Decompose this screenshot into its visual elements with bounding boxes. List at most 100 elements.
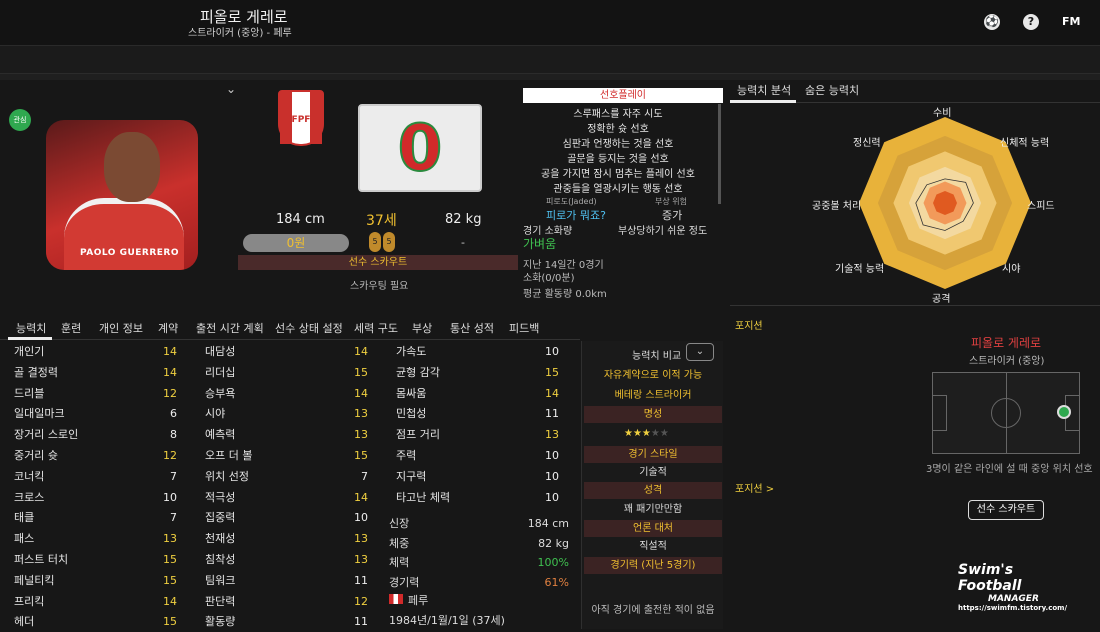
attribute-row[interactable]: 헤더 15 — [14, 612, 177, 632]
form-value: 아직 경기에 출전한 적이 없음 — [591, 605, 715, 616]
attribute-row[interactable]: 코너킥 7 — [14, 467, 177, 488]
nationality[interactable]: 페루 — [408, 592, 428, 608]
tab-playing-time[interactable]: 출전 시간 계획 — [196, 320, 264, 336]
physical-label: 체중 — [389, 536, 410, 550]
tab-feedback[interactable]: 피드백 — [509, 320, 539, 336]
attribute-name: 몸싸움 — [396, 386, 427, 400]
attribute-row[interactable]: 타고난 체력 10 — [396, 488, 559, 509]
ball-icon[interactable]: ⚽ — [984, 14, 1000, 30]
help-icon[interactable]: ? — [1023, 14, 1039, 30]
tab-personal[interactable]: 개인 정보 — [99, 320, 143, 336]
attribute-row[interactable]: 주력 10 — [396, 446, 559, 467]
attribute-row[interactable]: 점프 거리 13 — [396, 425, 559, 446]
attribute-row[interactable]: 팀워크 11 — [205, 571, 368, 592]
attribute-row[interactable]: 가속도 10 — [396, 342, 559, 363]
injury-risk-value: 증가 — [662, 209, 683, 222]
attribute-name: 코너킥 — [14, 469, 45, 483]
tab-dynamics[interactable]: 세력 구도 — [354, 320, 398, 336]
preferred-scrollbar[interactable] — [718, 104, 721, 204]
position-role: 스트라이커 (중앙) — [969, 356, 1045, 367]
attribute-name: 프리킥 — [14, 594, 45, 608]
attribute-row[interactable]: 몸싸움 14 — [396, 384, 559, 405]
age-value: 37세 — [366, 213, 397, 229]
sub-toolbar — [0, 46, 1100, 74]
physical-row: 경기력 61% — [389, 573, 569, 593]
attribute-row[interactable]: 활동량 11 — [205, 612, 368, 632]
attribute-row[interactable]: 드리블 12 — [14, 384, 177, 405]
attribute-row[interactable]: 골 결정력 14 — [14, 363, 177, 384]
physical-label: 신장 — [389, 517, 410, 530]
wage-pill: 0원 — [243, 234, 349, 252]
attribute-row[interactable]: 페널티킥 15 — [14, 571, 177, 592]
compare-dropdown-icon[interactable]: ⌄ — [686, 343, 714, 361]
attribute-row[interactable]: 패스 13 — [14, 529, 177, 550]
scout-bar[interactable]: 선수 스카우트 — [238, 255, 518, 270]
attribute-value: 12 — [163, 448, 177, 462]
jersey-number-text: 0 — [397, 111, 444, 187]
attribute-name: 지구력 — [396, 469, 427, 483]
physical-value: 61% — [544, 575, 569, 589]
attribute-row[interactable]: 위치 선정 7 — [205, 467, 368, 488]
position-link[interactable]: 포지션 > — [735, 480, 774, 495]
attribute-row[interactable]: 장거리 스로인 8 — [14, 425, 177, 446]
tab-attribute-analysis[interactable]: 능력치 분석 — [737, 82, 791, 98]
attribute-name: 천재성 — [205, 532, 236, 546]
attribute-row[interactable]: 프리킥 14 — [14, 592, 177, 613]
physical-row: 체중 82 kg — [389, 534, 569, 554]
position-title: 포지션 — [735, 321, 763, 332]
jaded-value: 피로가 뭐죠? — [546, 209, 606, 222]
attribute-name: 점프 거리 — [396, 428, 440, 442]
player-photo: PAOLO GUERRERO — [46, 120, 198, 270]
tab-injuries[interactable]: 부상 — [412, 320, 432, 336]
interest-badge[interactable]: 관심 — [9, 109, 31, 131]
attribute-row[interactable]: 적극성 14 — [205, 488, 368, 509]
scout-player-button[interactable]: 선수 스카우트 — [968, 500, 1044, 520]
form-header: 경기력 (지난 5경기) — [584, 557, 722, 574]
active-tab-indicator — [730, 100, 796, 103]
attribute-value: 10 — [545, 345, 559, 358]
photo-face — [104, 132, 160, 202]
attribute-row[interactable]: 태클 7 — [14, 508, 177, 529]
tab-player-status[interactable]: 선수 상태 설정 — [275, 320, 343, 336]
attribute-row[interactable]: 침착성 13 — [205, 550, 368, 571]
scout-need: 스카우팅 필요 — [350, 281, 409, 292]
attribute-row[interactable]: 시야 13 — [205, 404, 368, 425]
attribute-row[interactable]: 균형 감각 15 — [396, 363, 559, 384]
fm-logo[interactable]: FM — [1062, 15, 1080, 28]
attribute-row[interactable]: 리더십 15 — [205, 363, 368, 384]
attribute-row[interactable]: 개인기 14 — [14, 342, 177, 363]
height-value: 184 cm — [276, 212, 325, 227]
chevron-down-icon[interactable]: ⌄ — [226, 82, 236, 96]
attribute-name: 중거리 슛 — [14, 448, 58, 462]
attribute-row[interactable]: 오프 더 볼 15 — [205, 446, 368, 467]
attribute-value: 15 — [163, 573, 177, 587]
attribute-name: 태클 — [14, 511, 35, 525]
attribute-row[interactable]: 중거리 슛 12 — [14, 446, 177, 467]
attribute-row[interactable]: 크로스 10 — [14, 488, 177, 509]
watermark-line2: MANAGER — [988, 594, 1039, 604]
attribute-value: 7 — [170, 511, 177, 525]
attribute-row[interactable]: 판단력 12 — [205, 592, 368, 613]
attribute-row[interactable]: 대담성 14 — [205, 342, 368, 363]
attribute-value: 12 — [163, 386, 177, 400]
peru-flag-icon — [389, 594, 403, 604]
tab-contract[interactable]: 계약 — [158, 320, 178, 336]
attribute-row[interactable]: 천재성 13 — [205, 529, 368, 550]
tab-attributes[interactable]: 능력치 — [16, 320, 46, 336]
position-marker[interactable] — [1057, 405, 1071, 419]
role-veteran-striker: 베테랑 스트라이커 — [614, 390, 692, 401]
attribute-row[interactable]: 일대일마크 6 — [14, 404, 177, 425]
attribute-row[interactable]: 민첩성 11 — [396, 404, 559, 425]
attribute-name: 민첩성 — [396, 407, 427, 421]
tab-training[interactable]: 훈련 — [61, 320, 81, 336]
tab-history[interactable]: 통산 성적 — [450, 320, 494, 336]
attribute-name: 팀워크 — [205, 573, 236, 587]
attribute-row[interactable]: 집중력 10 — [205, 508, 368, 529]
attribute-row[interactable]: 퍼스트 터치 15 — [14, 550, 177, 571]
position-pitch — [932, 372, 1080, 454]
attribute-row[interactable]: 예측력 13 — [205, 425, 368, 446]
attribute-row[interactable]: 승부욕 14 — [205, 384, 368, 405]
attribute-row[interactable]: 지구력 10 — [396, 467, 559, 488]
technical-attributes: 개인기 14 골 결정력 14 드리블 12 일대일마크 6 장거리 스로인 8 중거리 슛 12 코너… — [14, 342, 177, 632]
tab-hidden-attributes[interactable]: 숨은 능력치 — [805, 82, 859, 98]
